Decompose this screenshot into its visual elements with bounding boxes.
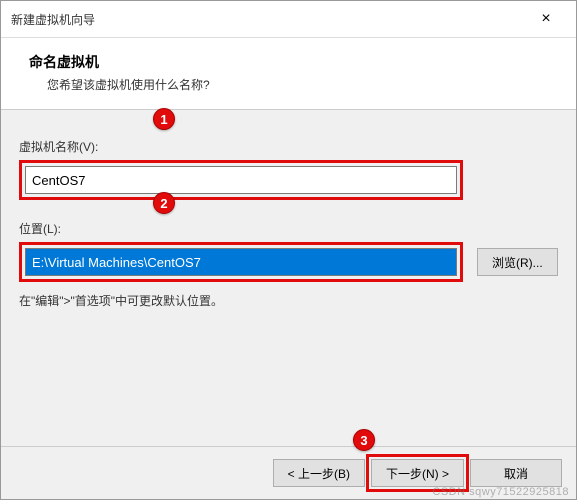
page-subtitle: 您希望该虚拟机使用什么名称? bbox=[47, 76, 556, 93]
vm-name-highlight bbox=[19, 160, 463, 200]
location-highlight bbox=[19, 242, 463, 282]
location-label: 位置(L): bbox=[19, 220, 558, 237]
back-button[interactable]: < 上一步(B) bbox=[273, 459, 365, 487]
cancel-button[interactable]: 取消 bbox=[470, 459, 562, 487]
window-title: 新建虚拟机向导 bbox=[11, 11, 95, 28]
titlebar: 新建虚拟机向导 × bbox=[1, 1, 576, 38]
vm-name-label: 虚拟机名称(V): bbox=[19, 138, 558, 155]
close-icon: × bbox=[541, 10, 550, 28]
callout-2: 2 bbox=[153, 192, 175, 214]
new-vm-wizard-dialog: 新建虚拟机向导 × 命名虚拟机 您希望该虚拟机使用什么名称? 1 虚拟机名称(V… bbox=[0, 0, 577, 500]
callout-1: 1 bbox=[153, 108, 175, 130]
page-title: 命名虚拟机 bbox=[29, 52, 556, 72]
close-button[interactable]: × bbox=[526, 7, 566, 31]
watermark: CSDN sqwy71522925818 bbox=[432, 486, 569, 498]
wizard-header: 命名虚拟机 您希望该虚拟机使用什么名称? bbox=[1, 38, 576, 110]
vm-name-input[interactable] bbox=[25, 166, 457, 194]
next-button[interactable]: 下一步(N) > bbox=[371, 459, 464, 487]
wizard-content: 1 虚拟机名称(V): 2 位置(L): 浏览(R)... 在"编辑">"首选项… bbox=[1, 110, 576, 446]
location-row: 浏览(R)... bbox=[19, 242, 558, 282]
location-input[interactable] bbox=[25, 248, 457, 276]
default-location-hint: 在"编辑">"首选项"中可更改默认位置。 bbox=[19, 292, 558, 309]
callout-3: 3 bbox=[353, 429, 375, 451]
browse-button[interactable]: 浏览(R)... bbox=[477, 248, 558, 276]
